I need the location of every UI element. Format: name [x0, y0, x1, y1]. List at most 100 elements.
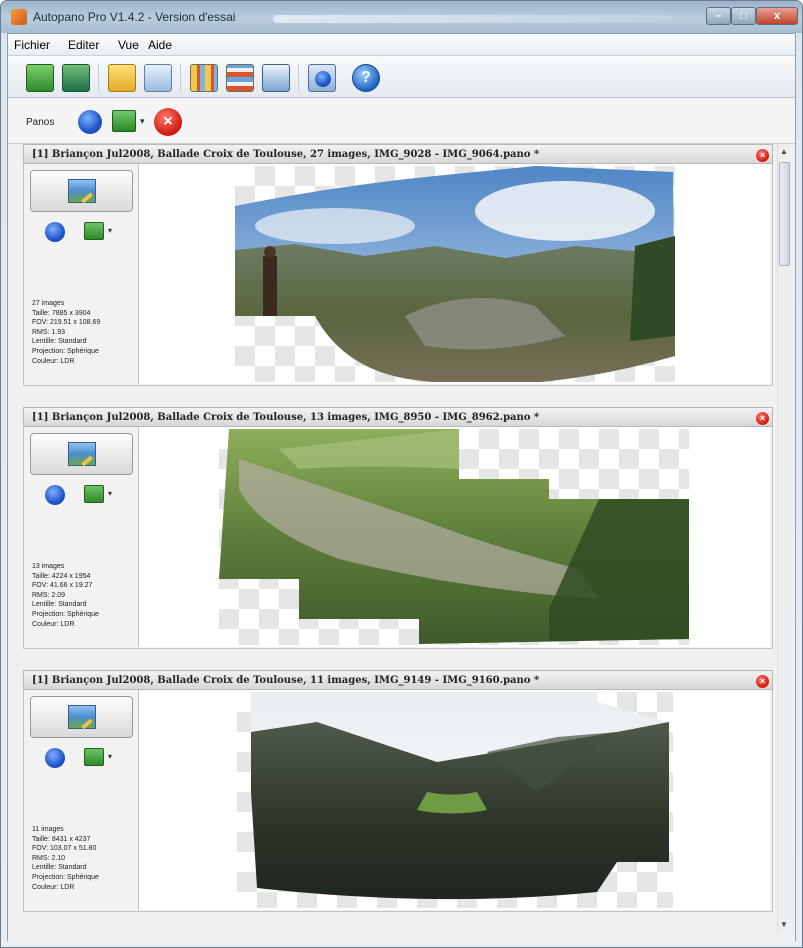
pano-info: 13 images Taille: 4224 x 1954 FOV: 41.66… [32, 562, 99, 629]
open-folder-icon[interactable] [108, 64, 136, 92]
info-projection: Projection: Sphérique [32, 610, 99, 618]
pano-header: [1] Briançon Jul2008, Ballade Croix de T… [23, 144, 773, 164]
edit-picture-icon [68, 442, 96, 466]
edit-picture-icon [68, 179, 96, 203]
status-bar [8, 932, 795, 942]
pano-item: [1] Briançon Jul2008, Ballade Croix de T… [23, 670, 773, 916]
vertical-scrollbar[interactable]: ▲ ▼ [777, 144, 791, 932]
settings-icon[interactable] [308, 64, 336, 92]
pano-title: [1] Briançon Jul2008, Ballade Croix de T… [32, 412, 540, 423]
scroll-up-icon[interactable]: ▲ [780, 147, 788, 156]
info-lens: Lentille: Standard [32, 864, 87, 872]
close-window-button[interactable]: x [756, 7, 798, 25]
export-dropdown-arrow-icon[interactable]: ▾ [108, 226, 112, 235]
info-color: Couleur: LDR [32, 883, 75, 891]
edit-pano-button[interactable] [30, 696, 133, 738]
title-bar[interactable]: Autopano Pro V1.4.2 - Version d'essai – … [1, 1, 802, 33]
info-lens: Lentille: Standard [32, 338, 87, 346]
info-fov: FOV: 41.66 x 19.27 [32, 582, 93, 590]
menu-bar: Fichier Editer Vue Aide [8, 34, 795, 56]
grid-view-1-icon[interactable] [190, 64, 218, 92]
export-icon[interactable] [112, 110, 136, 132]
pano-title: [1] Briançon Jul2008, Ballade Croix de T… [32, 149, 540, 160]
pano-body: ▾ 13 images Taille: 4224 x 1954 FOV: 41.… [23, 427, 773, 649]
main-frame: Fichier Editer Vue Aide ? Panos ▾ × ▲ ▼ … [7, 33, 796, 942]
menu-vue[interactable]: Vue [118, 38, 139, 52]
scroll-down-icon[interactable]: ▼ [780, 920, 788, 929]
help-icon[interactable]: ? [352, 64, 380, 92]
export-dropdown-arrow-icon[interactable]: ▾ [108, 752, 112, 761]
info-projection: Projection: Sphérique [32, 347, 99, 355]
pano-header: [1] Briançon Jul2008, Ballade Croix de T… [23, 670, 773, 690]
close-pano-icon[interactable]: × [756, 675, 769, 688]
stitch-gear-icon[interactable] [78, 110, 102, 134]
close-pano-icon[interactable]: × [756, 412, 769, 425]
info-rms: RMS: 2.09 [32, 591, 66, 599]
pano-header: [1] Briançon Jul2008, Ballade Croix de T… [23, 407, 773, 427]
app-window: Autopano Pro V1.4.2 - Version d'essai – … [0, 0, 803, 948]
toolbar-separator [180, 64, 181, 92]
open-pano-icon[interactable] [26, 64, 54, 92]
pano-title: [1] Briançon Jul2008, Ballade Croix de T… [32, 675, 540, 686]
panorama-image [219, 429, 689, 644]
maximize-button[interactable]: □ [731, 7, 756, 25]
render-gear-icon[interactable] [45, 485, 65, 505]
pano-body: ▾ 11 images Taille: 8431 x 4237 FOV: 103… [23, 690, 773, 912]
pano-preview[interactable] [138, 164, 770, 384]
menu-editer[interactable]: Editer [68, 38, 99, 52]
delete-pano-icon[interactable]: × [154, 108, 182, 136]
pano-preview[interactable] [138, 427, 770, 647]
info-size: Taille: 8431 x 4237 [32, 835, 91, 843]
toolbar-separator [298, 64, 299, 92]
pano-preview[interactable] [138, 690, 770, 910]
pano-info: 11 images Taille: 8431 x 4237 FOV: 103.0… [32, 825, 99, 892]
grid-view-2-icon[interactable] [226, 64, 254, 92]
panorama-image [235, 166, 675, 382]
grid-view-3-icon[interactable] [262, 64, 290, 92]
info-rms: RMS: 2.10 [32, 854, 66, 862]
window-title: Autopano Pro V1.4.2 - Version d'essai [33, 10, 236, 24]
pano-body: ▾ 27 images Taille: 7885 x 3904 FOV: 219… [23, 164, 773, 386]
panos-list: [1] Briançon Jul2008, Ballade Croix de T… [23, 144, 773, 932]
toolbar: ? [8, 56, 795, 98]
edit-pano-button[interactable] [30, 433, 133, 475]
pano-info: 27 images Taille: 7885 x 3904 FOV: 219.5… [32, 299, 100, 366]
edit-picture-icon [68, 705, 96, 729]
panos-toolbar: Panos ▾ × [8, 100, 795, 144]
export-dropdown-arrow-icon[interactable]: ▾ [140, 116, 145, 127]
panos-label: Panos [26, 117, 55, 128]
menu-aide[interactable]: Aide [148, 38, 172, 52]
info-size: Taille: 4224 x 1954 [32, 572, 91, 580]
export-icon[interactable] [84, 748, 104, 766]
info-lens: Lentille: Standard [32, 601, 87, 609]
info-color: Couleur: LDR [32, 357, 75, 365]
info-fov: FOV: 219.51 x 108.69 [32, 319, 101, 327]
edit-pano-button[interactable] [30, 170, 133, 212]
export-icon[interactable] [84, 485, 104, 503]
export-dropdown-arrow-icon[interactable]: ▾ [108, 489, 112, 498]
autopano-app-icon [11, 9, 27, 25]
info-size: Taille: 7885 x 3904 [32, 309, 91, 317]
info-image-count: 13 images [32, 563, 65, 570]
export-icon[interactable] [84, 222, 104, 240]
info-color: Couleur: LDR [32, 620, 75, 628]
detect-icon[interactable] [144, 64, 172, 92]
info-rms: RMS: 1.93 [32, 328, 66, 336]
pano-item: [1] Briançon Jul2008, Ballade Croix de T… [23, 407, 773, 653]
info-projection: Projection: Sphérique [32, 873, 99, 881]
info-fov: FOV: 103.07 x 51.80 [32, 845, 97, 853]
info-image-count: 27 images [32, 300, 65, 307]
close-pano-icon[interactable]: × [756, 149, 769, 162]
render-gear-icon[interactable] [45, 748, 65, 768]
blurred-title-text [273, 15, 673, 23]
scrollbar-thumb[interactable] [779, 162, 790, 266]
render-gear-icon[interactable] [45, 222, 65, 242]
panorama-image [251, 692, 669, 900]
save-pano-icon[interactable] [62, 64, 90, 92]
menu-fichier[interactable]: Fichier [14, 38, 50, 52]
minimize-button[interactable]: – [706, 7, 731, 25]
info-image-count: 11 images [32, 826, 64, 833]
gear-icon [315, 71, 331, 87]
pano-item: [1] Briançon Jul2008, Ballade Croix de T… [23, 144, 773, 390]
toolbar-separator [98, 64, 99, 92]
